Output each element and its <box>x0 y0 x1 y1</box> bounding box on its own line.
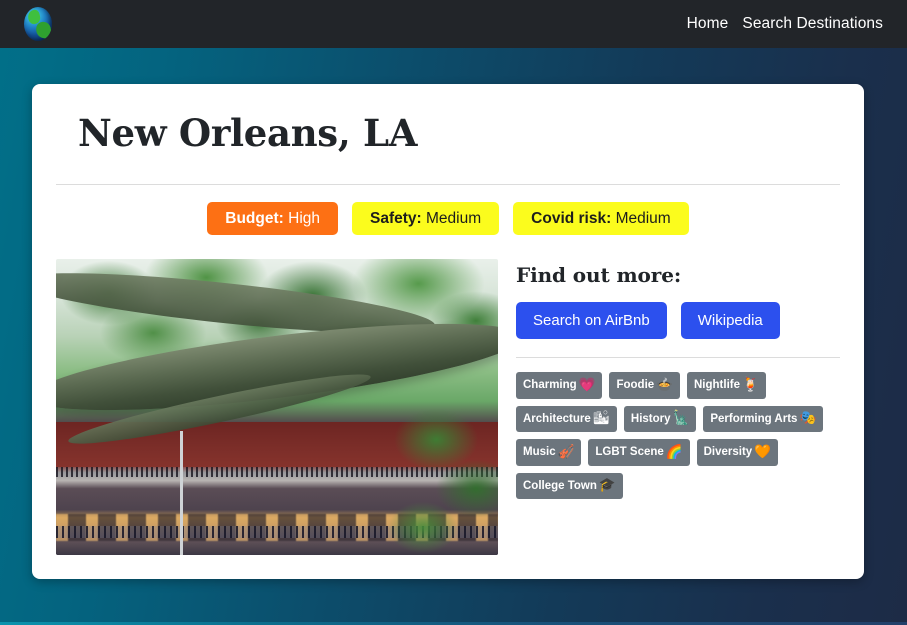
tag-college-town-label: College Town <box>523 479 597 492</box>
search-on-airbnb-button[interactable]: Search on AirBnb <box>516 302 667 340</box>
tag-history[interactable]: History 🗽 <box>623 405 697 433</box>
badge-budget-key: Budget: <box>225 209 284 227</box>
statue-of-liberty-icon: 🗽 <box>672 410 690 427</box>
performing-arts-masks-icon: 🎭 <box>799 410 817 427</box>
tag-lgbt-scene-label: LGBT Scene <box>595 446 664 459</box>
card-content: Find out more: Search on AirBnb Wikipedi… <box>56 259 840 556</box>
brand-logo-link[interactable] <box>24 7 52 41</box>
tag-performing-arts-label: Performing Arts <box>710 412 798 425</box>
tag-foodie[interactable]: Foodie 🍲 <box>609 372 680 399</box>
tag-charming[interactable]: Charming 💗 <box>516 372 603 399</box>
tag-diversity-label: Diversity <box>703 446 753 459</box>
nav-link-search-destinations[interactable]: Search Destinations <box>742 15 883 33</box>
rainbow-flag-icon: 🌈 <box>665 443 683 460</box>
tag-music-label: Music <box>523 446 556 459</box>
nav-link-home[interactable]: Home <box>687 15 729 33</box>
destination-card: New Orleans, LA Budget: High Safety: Med… <box>32 84 864 580</box>
tag-lgbt-scene[interactable]: LGBT Scene 🌈 <box>588 439 690 466</box>
badge-safety-key: Safety: <box>370 209 422 227</box>
find-out-more-heading: Find out more: <box>516 263 682 288</box>
attribute-badge-row: Budget: High Safety: Medium Covid risk: … <box>56 201 840 236</box>
pot-of-food-icon: 🍲 <box>656 376 673 393</box>
tag-architecture[interactable]: Architecture 🏙 <box>516 405 617 433</box>
top-navbar: Home Search Destinations <box>0 0 907 48</box>
title-divider <box>56 183 840 185</box>
info-column: Find out more: Search on AirBnb Wikipedi… <box>516 259 840 555</box>
cocktail-icon: 🍹 <box>742 376 759 393</box>
badge-safety: Safety: Medium <box>352 201 500 236</box>
tag-nightlife[interactable]: Nightlife 🍹 <box>687 372 766 399</box>
links-divider <box>516 357 840 359</box>
graduation-cap-icon: 🎓 <box>598 477 616 494</box>
tag-music[interactable]: Music 🎻 <box>516 439 582 466</box>
orange-heart-icon: 🧡 <box>754 443 772 460</box>
cityscape-icon: 🏙 <box>592 410 610 427</box>
badge-safety-value: Medium <box>426 209 482 227</box>
badge-budget: Budget: High <box>207 201 339 236</box>
sparkling-heart-icon: 💗 <box>578 376 596 393</box>
badge-covid-risk-value: Medium <box>615 209 671 227</box>
wikipedia-button[interactable]: Wikipedia <box>680 302 780 340</box>
tag-history-label: History <box>630 412 671 425</box>
photo-column <box>56 259 498 556</box>
tag-performing-arts[interactable]: Performing Arts 🎭 <box>703 405 824 433</box>
tag-charming-label: Charming <box>523 379 577 392</box>
tag-diversity[interactable]: Diversity 🧡 <box>696 439 779 466</box>
tag-college-town[interactable]: College Town 🎓 <box>516 472 623 499</box>
globe-icon <box>24 7 52 41</box>
tag-architecture-label: Architecture <box>523 412 591 425</box>
external-links-row: Search on AirBnb Wikipedia <box>516 302 840 340</box>
destination-photo <box>56 259 498 556</box>
badge-covid-risk-key: Covid risk: <box>531 209 612 227</box>
violin-icon: 🎻 <box>557 443 575 460</box>
page-title: New Orleans, LA <box>78 111 418 155</box>
photo-right-foliage <box>383 407 498 556</box>
nav-links: Home Search Destinations <box>687 15 883 33</box>
badge-covid-risk: Covid risk: Medium <box>513 201 689 236</box>
tag-list: Charming 💗 Foodie 🍲 Nightlife 🍹 Architectur… <box>516 372 840 499</box>
badge-budget-value: High <box>288 209 321 227</box>
photo-lamp-post <box>179 431 183 556</box>
tag-nightlife-label: Nightlife <box>694 379 740 392</box>
tag-foodie-label: Foodie <box>616 379 655 392</box>
